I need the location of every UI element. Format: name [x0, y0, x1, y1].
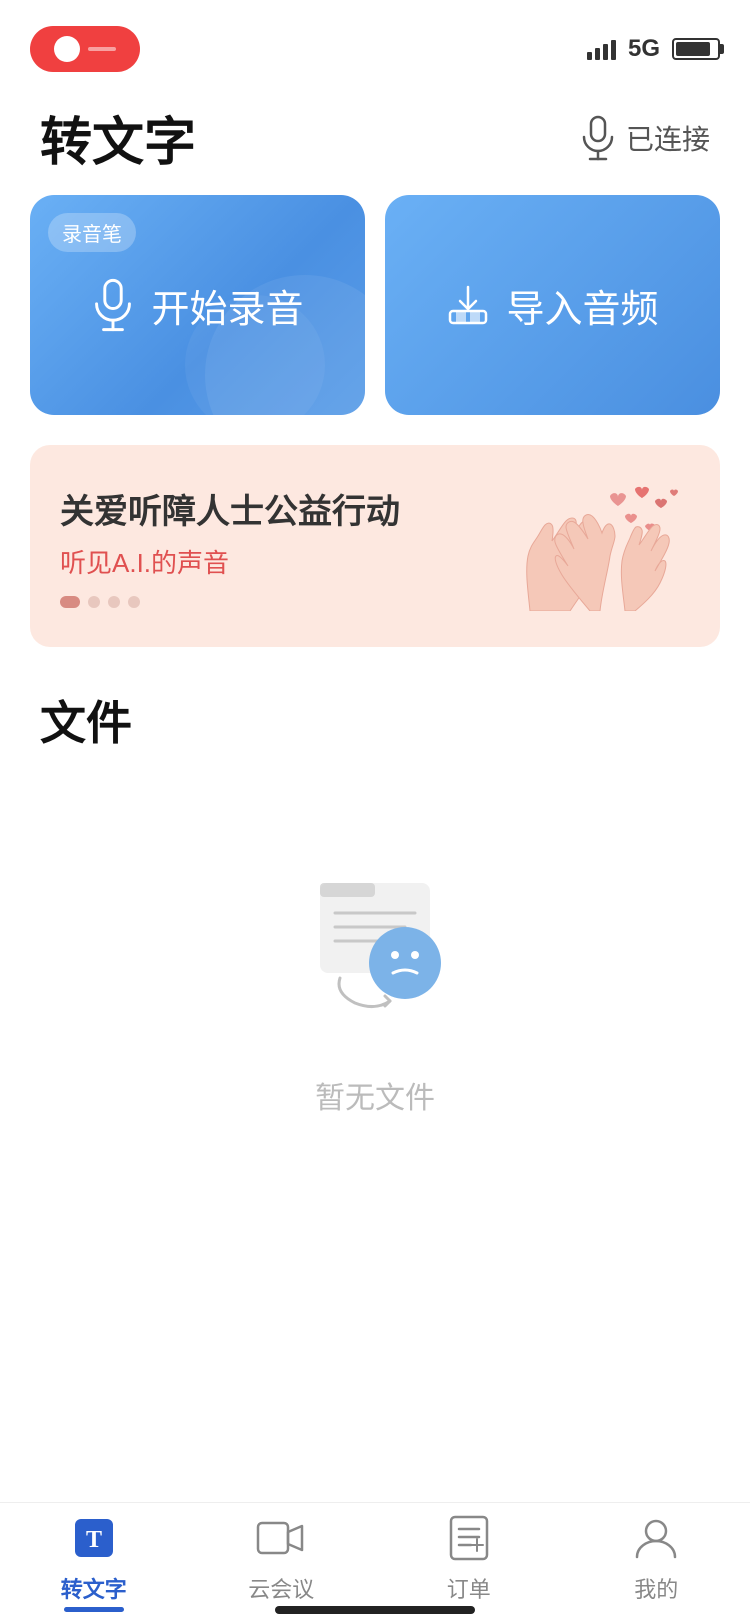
transcribe-icon: T — [68, 1512, 120, 1564]
connected-badge: 已连接 — [580, 115, 710, 161]
tab-transcribe[interactable]: T 转文字 — [0, 1502, 188, 1604]
mic-icon-header — [580, 115, 616, 161]
battery-fill — [676, 42, 710, 56]
bottom-nav: T 转文字 云会议 订单 — [0, 1502, 750, 1622]
import-audio-button[interactable]: 导入音频 — [385, 195, 720, 415]
banner-dot-3 — [108, 596, 120, 608]
promo-banner[interactable]: 关爱听障人士公益行动 听见A.I.的声音 — [30, 445, 720, 647]
record-indicator — [30, 26, 140, 72]
tab-mine-label: 我的 — [634, 1572, 678, 1604]
mine-icon — [630, 1512, 682, 1564]
start-record-button[interactable]: 录音笔 开始录音 — [30, 195, 365, 415]
mine-icon-svg — [633, 1515, 679, 1561]
record-button-label: 开始录音 — [151, 278, 303, 333]
meeting-icon — [255, 1512, 307, 1564]
signal-bars — [587, 38, 616, 60]
banner-dot-1 — [60, 596, 80, 608]
signal-5g-label: 5G — [628, 35, 660, 63]
tab-meeting-label: 云会议 — [248, 1572, 314, 1604]
transcribe-icon-svg: T — [71, 1515, 117, 1561]
signal-bar-4 — [611, 40, 616, 60]
signal-bar-3 — [603, 44, 608, 60]
hands-svg — [470, 481, 690, 611]
connected-label: 已连接 — [626, 118, 710, 158]
files-title: 文件 — [40, 687, 710, 753]
banner-title: 关爱听障人士公益行动 — [60, 484, 470, 533]
orders-icon — [443, 1512, 495, 1564]
status-bar: 5G — [0, 0, 750, 80]
banner-subtitle: 听见A.I.的声音 — [60, 543, 470, 580]
banner-dots — [60, 596, 470, 608]
empty-state: 暂无文件 — [40, 783, 710, 1177]
banner-dot-2 — [88, 596, 100, 608]
tab-mine[interactable]: 我的 — [563, 1502, 750, 1604]
empty-state-svg — [265, 863, 485, 1043]
record-line — [88, 47, 116, 51]
status-bar-left — [30, 26, 140, 72]
import-button-label: 导入音频 — [506, 278, 658, 333]
action-buttons: 录音笔 开始录音 导入音频 — [0, 195, 750, 415]
empty-text: 暂无文件 — [315, 1073, 435, 1117]
home-indicator — [275, 1606, 475, 1614]
header: 转文字 已连接 — [0, 80, 750, 195]
page-title: 转文字 — [40, 100, 196, 175]
record-button-content: 开始录音 — [91, 278, 303, 333]
import-icon — [446, 283, 490, 327]
tab-orders-label: 订单 — [447, 1572, 491, 1604]
banner-dot-4 — [128, 596, 140, 608]
tab-meeting[interactable]: 云会议 — [188, 1502, 376, 1604]
mic-icon-record — [91, 278, 135, 332]
battery-icon — [672, 38, 720, 60]
record-pen-label: 录音笔 — [48, 213, 136, 252]
tab-transcribe-label: 转文字 — [61, 1572, 127, 1604]
tab-orders[interactable]: 订单 — [375, 1502, 563, 1604]
files-section: 文件 — [0, 687, 750, 1177]
active-indicator — [64, 1607, 124, 1612]
signal-bar-1 — [587, 52, 592, 60]
import-button-content: 导入音频 — [446, 278, 658, 333]
svg-text:T: T — [86, 1527, 102, 1553]
empty-illustration — [265, 863, 485, 1043]
signal-bar-2 — [595, 48, 600, 60]
record-dot — [54, 36, 80, 62]
banner-illustration — [470, 481, 690, 611]
status-bar-right: 5G — [587, 35, 720, 63]
banner-text: 关爱听障人士公益行动 听见A.I.的声音 — [60, 484, 470, 608]
meeting-icon-svg — [256, 1518, 306, 1558]
orders-icon-svg — [447, 1515, 491, 1561]
